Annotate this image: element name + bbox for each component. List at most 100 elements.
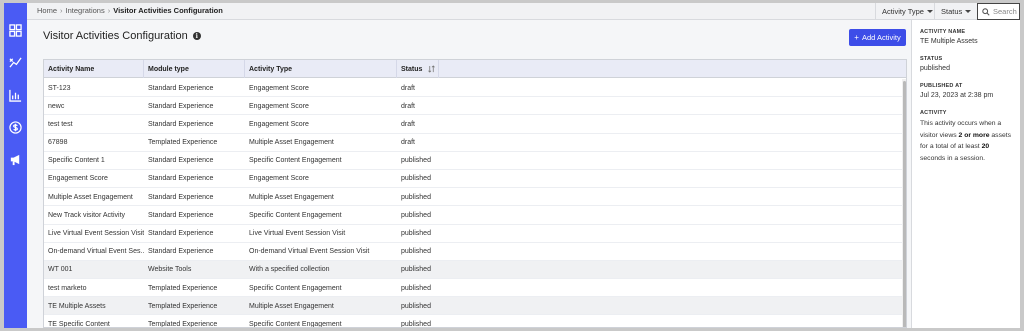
activity-type-cell: Multiple Asset Engagement: [249, 193, 334, 201]
module-type-cell: Standard Experience: [148, 211, 214, 219]
activity-detail-panel: ACTIVITY NAME TE Multiple Assets STATUS …: [911, 20, 1020, 328]
desc-bold: 2 or more: [958, 131, 990, 139]
status-filter-label: Status: [941, 6, 963, 16]
dollar-icon[interactable]: [9, 121, 22, 134]
analytics-chart-icon[interactable]: [9, 56, 22, 69]
module-type-cell: Standard Experience: [148, 230, 214, 237]
module-type-cell: Templated Experience: [148, 320, 218, 328]
module-type-cell: Standard Experience: [148, 84, 214, 92]
table-row[interactable]: TE Multiple Assets Templated Experience Mu…: [44, 297, 902, 316]
activity-name-cell: ST-123: [48, 84, 71, 92]
status-cell: published: [401, 193, 431, 201]
column-header-label: Module type: [148, 65, 189, 73]
status-filter[interactable]: Status: [934, 3, 977, 19]
activity-type-cell: Engagement Score: [249, 175, 309, 183]
activity-type-cell: Multiple Asset Engagement: [249, 139, 334, 147]
info-icon[interactable]: i: [192, 32, 201, 40]
page-title: Visitor Activities Configuration i: [43, 30, 201, 42]
activity-type-cell: Live Virtual Event Session Visit: [249, 230, 346, 237]
module-type-cell: Templated Experience: [148, 284, 218, 292]
module-type-cell: Standard Experience: [148, 175, 214, 183]
activity-name-cell: Multiple Asset Engagement: [48, 193, 133, 201]
detail-status-label: STATUS: [920, 56, 943, 62]
bar-chart-icon[interactable]: [9, 89, 22, 102]
status-cell: published: [401, 157, 431, 165]
detail-status-value: published: [920, 65, 950, 72]
table-body: ST-123 Standard Experience Engagement Scor…: [44, 79, 902, 328]
activity-type-cell: Specific Content Engagement: [249, 320, 342, 328]
status-cell: draft: [401, 84, 416, 92]
activity-name-cell: Live Virtual Event Session Visit: [48, 230, 144, 237]
module-type-cell: Standard Experience: [148, 102, 214, 110]
add-activity-button[interactable]: + Add Activity: [849, 29, 906, 46]
column-header-activity-type[interactable]: Activity Type: [245, 60, 397, 78]
table-row[interactable]: 67898 Templated Experience Multiple Asset …: [44, 134, 902, 152]
table-row[interactable]: newc Standard Experience Engagement Score d…: [44, 97, 902, 116]
table-row[interactable]: WT 001 Website Tools With a specified coll…: [44, 260, 902, 280]
table-row[interactable]: test test Standard Experience Engagement S…: [44, 115, 902, 134]
status-cell: draft: [401, 120, 416, 128]
table-row[interactable]: TE Specific Content Templated Experience S…: [44, 315, 902, 328]
table-row[interactable]: test marketo Templated Experience Specific…: [44, 279, 902, 298]
search-placeholder: Search: [993, 7, 1017, 16]
detail-published-value: Jul 23, 2023 at 2:38 pm: [920, 92, 994, 99]
activity-type-cell: Specific Content Engagement: [249, 284, 342, 292]
column-header-label: Status: [401, 65, 423, 73]
add-activity-label: Add Activity: [861, 33, 901, 42]
module-type-cell: Templated Experience: [148, 302, 218, 310]
scrollbar-thumb[interactable]: [903, 81, 906, 327]
activity-type-cell: With a specified collection: [249, 266, 330, 274]
column-header-module-type[interactable]: Module type: [144, 60, 245, 78]
breadcrumb: Home › Integrations › Visitor Activities Con…: [37, 6, 223, 15]
page-title-text: Visitor Activities Configuration: [43, 30, 188, 42]
search-icon: [982, 7, 990, 16]
activity-type-filter[interactable]: Activity Type: [875, 3, 939, 19]
table-row[interactable]: Live Virtual Event Session Visit Standard…: [44, 225, 902, 243]
detail-activity-label: ACTIVITY: [920, 110, 947, 116]
activity-name-cell: TE Specific Content: [48, 320, 110, 328]
table-row[interactable]: ST-123 Standard Experience Engagement Scor…: [44, 79, 902, 98]
activity-name-cell: Specific Content 1: [48, 157, 105, 165]
activity-type-filter-label: Activity Type: [882, 6, 924, 16]
table-row[interactable]: On-demand Virtual Event Ses... Standard E…: [44, 243, 902, 261]
sort-icon[interactable]: [428, 65, 436, 73]
column-header-status[interactable]: Status: [397, 60, 439, 78]
megaphone-icon[interactable]: [9, 153, 22, 166]
chevron-down-icon: [965, 9, 972, 13]
detail-activity-description: This activity occurs when a visitor view…: [920, 118, 1012, 164]
breadcrumb-integrations[interactable]: Integrations: [66, 6, 105, 15]
table-row[interactable]: Multiple Asset Engagement Standard Experi…: [44, 188, 902, 207]
column-header-label: Activity Type: [249, 65, 293, 73]
status-cell: draft: [401, 139, 416, 147]
table-row[interactable]: Specific Content 1 Standard Experience Spe…: [44, 152, 902, 170]
table-scrollbar[interactable]: [902, 79, 906, 327]
desc-bold: 20: [981, 143, 990, 150]
column-header-label: Activity Name: [48, 65, 95, 73]
search-input[interactable]: Search: [977, 3, 1020, 20]
activity-name-cell: Engagement Score: [48, 175, 108, 183]
status-cell: published: [401, 248, 431, 256]
activities-table: Activity Name Module type Activity Type …: [43, 59, 907, 328]
table-row[interactable]: New Track visitor Activity Standard Exper…: [44, 206, 902, 225]
status-cell: published: [401, 175, 431, 183]
activity-type-cell: Specific Content Engagement: [249, 211, 342, 219]
activity-name-cell: test marketo: [48, 284, 87, 292]
status-cell: published: [401, 302, 431, 310]
top-bar: Home › Integrations › Visitor Activities Con…: [27, 3, 1020, 20]
dashboard-icon[interactable]: [9, 24, 22, 37]
activity-name-cell: New Track visitor Activity: [48, 211, 126, 219]
detail-name-value: TE Multiple Assets: [920, 38, 978, 45]
main-content: Visitor Activities Configuration i + Add …: [27, 20, 911, 328]
column-header-activity-name[interactable]: Activity Name: [44, 60, 144, 78]
status-cell: published: [401, 320, 431, 328]
breadcrumb-home[interactable]: Home: [37, 6, 57, 15]
activity-type-cell: On-demand Virtual Event Session Visit: [249, 248, 370, 256]
breadcrumb-current: Visitor Activities Configuration: [113, 6, 223, 15]
table-row[interactable]: Engagement Score Standard Experience Engag…: [44, 170, 902, 189]
detail-published-label: PUBLISHED AT: [920, 83, 963, 89]
status-cell: published: [401, 266, 431, 274]
module-type-cell: Standard Experience: [148, 157, 214, 165]
desc-text: seconds in a session.: [920, 154, 985, 162]
activity-type-cell: Engagement Score: [249, 120, 309, 128]
status-cell: published: [401, 230, 431, 237]
